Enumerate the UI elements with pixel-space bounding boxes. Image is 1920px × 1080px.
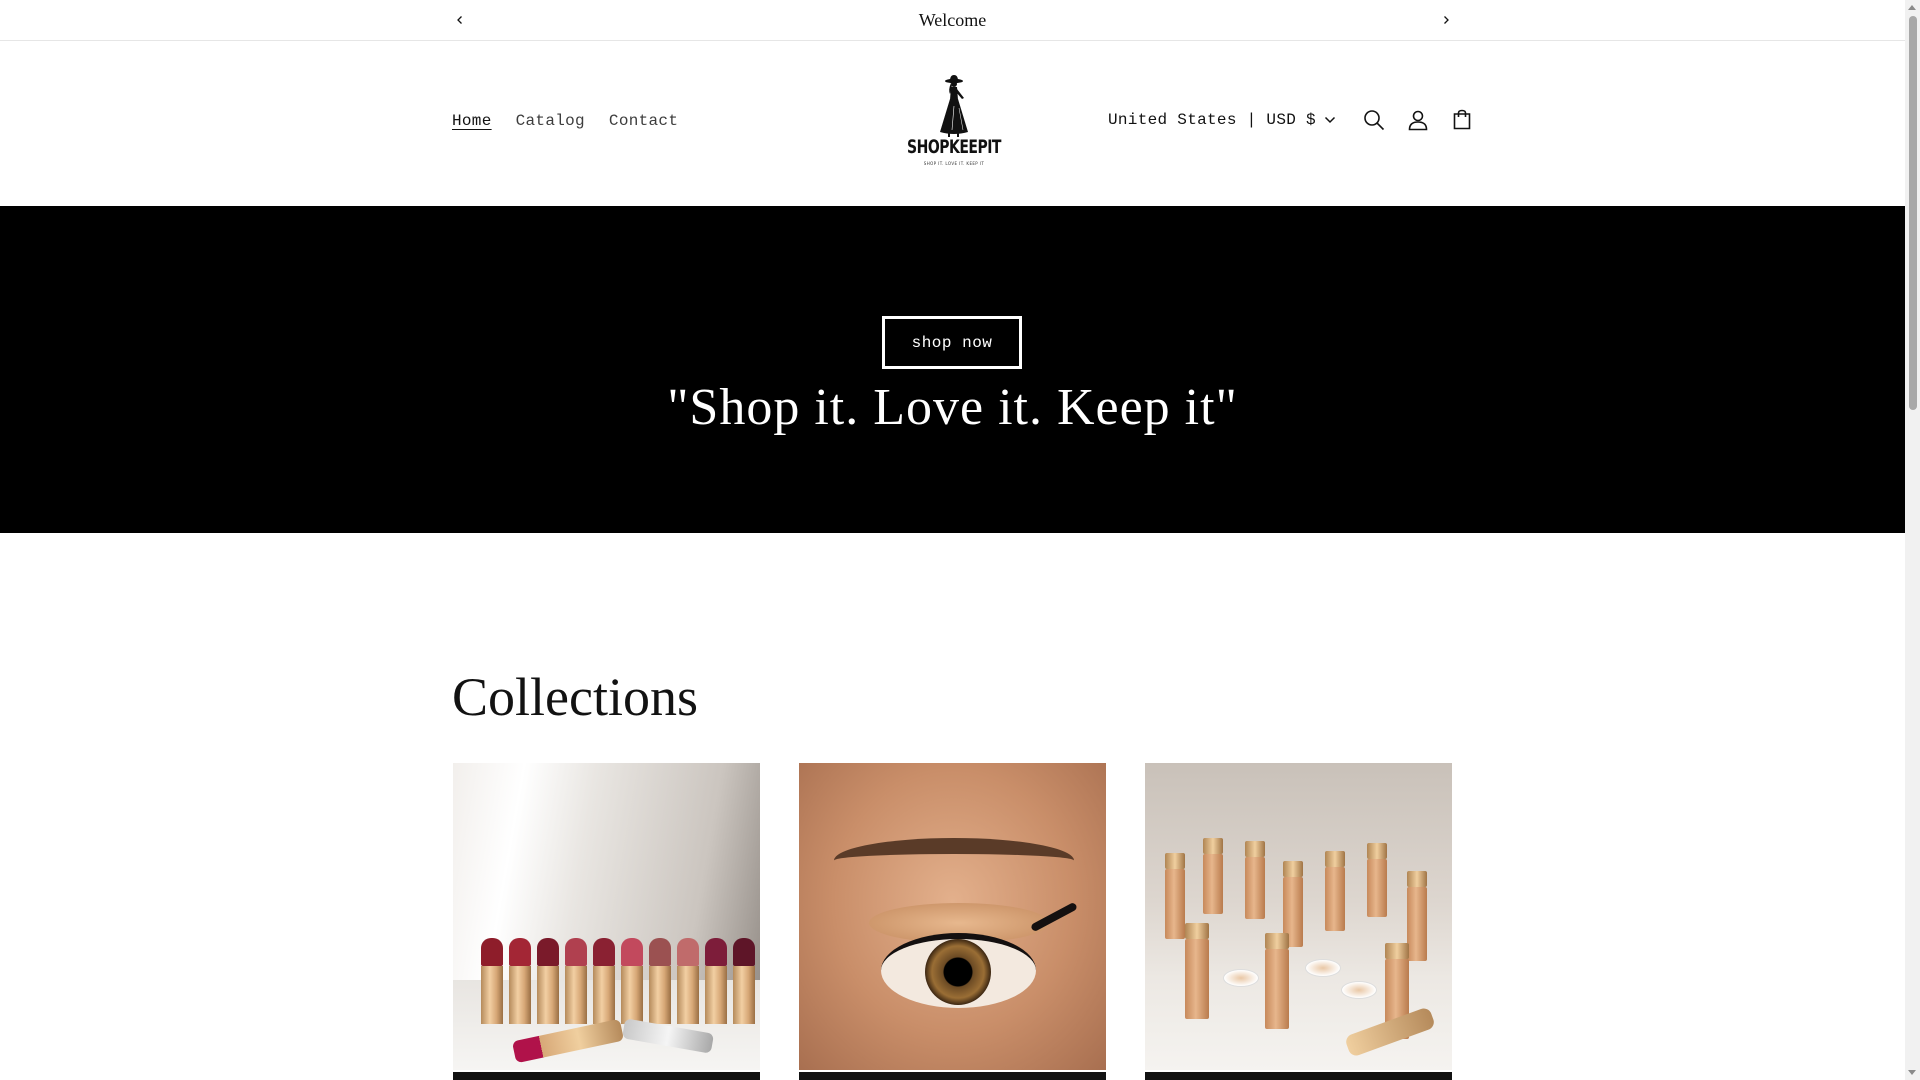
header-actions: United States | USD $ <box>1108 100 1484 140</box>
lipstick-image <box>453 763 760 1070</box>
card-caption-bar <box>453 1072 760 1080</box>
foundation-jar <box>1223 969 1259 987</box>
chevron-right-icon <box>1444 16 1449 24</box>
hero-headline: "Shop it. Love it. Keep it" <box>667 379 1238 436</box>
foundation-bottle <box>1245 841 1265 919</box>
announcement-bar: Welcome <box>0 0 1905 41</box>
site-logo[interactable]: SHOPKEEPIT SHOP IT. LOVE IT. KEEP IT <box>907 72 1001 176</box>
woman-silhouette-logo-icon <box>940 75 968 137</box>
lipstick-item <box>481 938 503 1024</box>
search-icon <box>1364 110 1385 131</box>
scrollbar-thumb[interactable] <box>1909 16 1917 410</box>
lipstick-item <box>621 938 643 1024</box>
lipstick-item <box>509 938 531 1024</box>
foundation-bottle <box>1185 923 1209 1019</box>
lipstick-item <box>733 938 755 1024</box>
lipstick-item <box>537 938 559 1024</box>
shop-now-button[interactable]: shop now <box>882 316 1022 369</box>
foundation-jar <box>1305 959 1341 977</box>
logo-tagline: SHOP IT. LOVE IT. KEEP IT <box>923 161 985 166</box>
cart-icon <box>1453 109 1471 130</box>
nav-link-catalog[interactable]: Catalog <box>516 112 585 130</box>
lipstick-item <box>705 938 727 1024</box>
foundation-image <box>1145 763 1452 1070</box>
lipstick-item <box>649 938 671 1024</box>
eye-makeup-image <box>799 763 1106 1070</box>
scroll-down-arrow[interactable] <box>1908 1070 1916 1075</box>
collections-heading: Collections <box>452 667 698 727</box>
eyebrow <box>834 838 1074 883</box>
account-button[interactable] <box>1396 98 1440 142</box>
nav-link-contact[interactable]: Contact <box>609 112 678 130</box>
page-scrollbar[interactable] <box>1905 0 1920 1080</box>
collections-grid <box>453 763 1452 1080</box>
collection-card-eye-makeup[interactable] <box>799 763 1106 1080</box>
foundation-bottle <box>1265 933 1289 1029</box>
lipstick-item <box>677 938 699 1024</box>
chevron-down-icon <box>1324 116 1335 124</box>
foundation-bottle <box>1367 843 1387 917</box>
cart-button[interactable] <box>1440 98 1484 142</box>
country-selector[interactable]: United States | USD $ <box>1108 111 1336 129</box>
search-button[interactable] <box>1352 98 1396 142</box>
country-selector-label: United States | USD $ <box>1108 111 1316 129</box>
foundation-bottle <box>1325 851 1345 931</box>
collection-card-foundation[interactable] <box>1145 763 1452 1080</box>
announcement-prev-button[interactable] <box>448 8 472 32</box>
collection-card-lipsticks[interactable] <box>453 763 760 1080</box>
hero-banner: shop now "Shop it. Love it. Keep it" <box>0 206 1905 533</box>
page: Welcome Home Catalog Contact SHOPKEEPIT … <box>0 0 1920 1080</box>
announcement-text: Welcome <box>918 9 987 30</box>
main-nav: Home Catalog Contact <box>452 112 678 130</box>
foundation-bottle <box>1203 838 1223 914</box>
nav-link-home[interactable]: Home <box>452 112 492 130</box>
card-caption-bar <box>799 1072 1106 1080</box>
announcement-next-button[interactable] <box>1434 8 1458 32</box>
site-header: Home Catalog Contact SHOPKEEPIT SHOP IT.… <box>0 42 1905 206</box>
foundation-jar <box>1341 981 1377 999</box>
logo-wordmark: SHOPKEEPIT <box>907 137 1001 159</box>
card-caption-bar <box>1145 1072 1452 1080</box>
chevron-left-icon <box>457 16 462 24</box>
lipstick-item <box>593 938 615 1024</box>
foundation-bottle <box>1165 853 1185 939</box>
account-icon <box>1408 110 1428 131</box>
lipstick-item <box>565 938 587 1024</box>
scroll-up-arrow[interactable] <box>1908 5 1916 10</box>
iris <box>925 939 991 1005</box>
foundation-bottle <box>1407 871 1427 961</box>
